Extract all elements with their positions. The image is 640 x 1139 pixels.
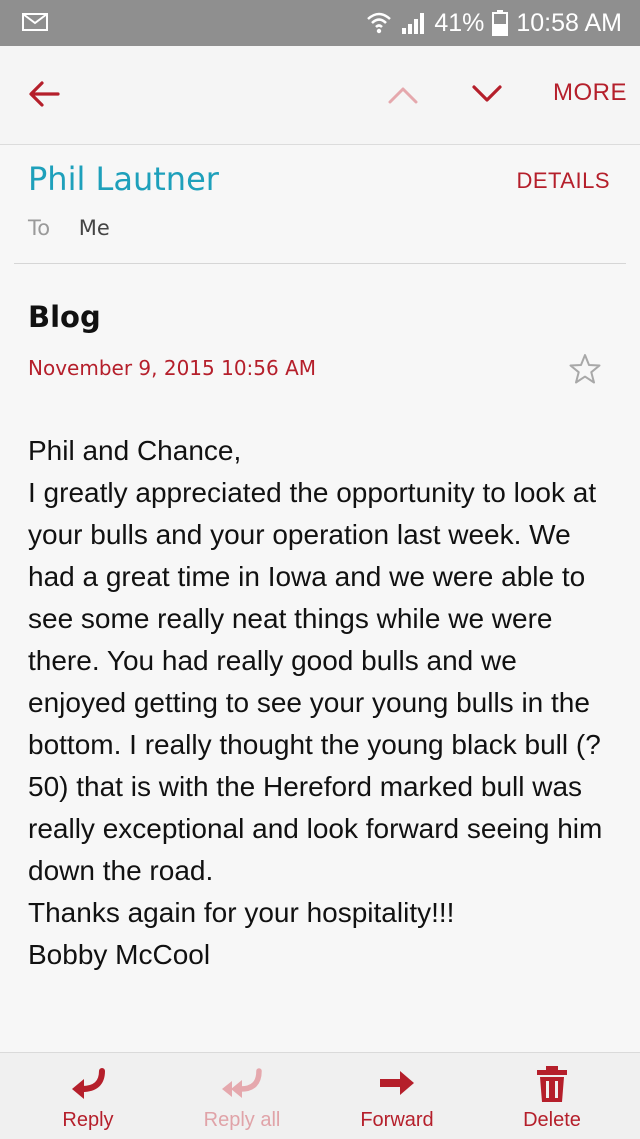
- body-paragraph: I greatly appreciated the opportunity to…: [28, 477, 603, 886]
- star-icon[interactable]: [568, 352, 602, 386]
- email-toolbar: MORE: [0, 46, 640, 145]
- body-signature: Bobby McCool: [28, 939, 211, 970]
- delete-label: Delete: [523, 1109, 581, 1131]
- recipient-name[interactable]: Me: [79, 216, 110, 240]
- recipient-row: To Me: [28, 216, 110, 240]
- forward-label: Forward: [360, 1109, 434, 1131]
- body-greeting: Phil and Chance,: [28, 435, 242, 466]
- reply-icon: [72, 1068, 105, 1099]
- battery-icon: [492, 10, 509, 36]
- reply-button[interactable]: Reply: [18, 1053, 158, 1139]
- email-date: November 9, 2015 10:56 AM: [28, 356, 317, 380]
- reply-label: Reply: [62, 1109, 114, 1131]
- reply-all-label: Reply all: [203, 1109, 281, 1131]
- reply-all-icon: [222, 1068, 262, 1098]
- email-subject: Blog: [28, 300, 101, 334]
- more-button[interactable]: MORE: [553, 79, 627, 107]
- to-label: To: [28, 216, 51, 240]
- signal-icon: [402, 13, 425, 34]
- reply-all-button[interactable]: Reply all: [172, 1053, 312, 1139]
- bottom-action-bar: Reply Reply all Forward Delete: [0, 1052, 640, 1139]
- delete-button[interactable]: Delete: [482, 1053, 622, 1139]
- battery-percent: 41%: [434, 8, 485, 37]
- status-time: 10:58 AM: [516, 8, 622, 37]
- email-body: Phil and Chance, I greatly appreciated t…: [28, 430, 618, 976]
- back-arrow-icon[interactable]: [26, 76, 62, 112]
- trash-icon: [537, 1066, 567, 1102]
- wifi-icon: [367, 12, 392, 34]
- body-closing: Thanks again for your hospitality!!!: [28, 897, 455, 928]
- sender-name[interactable]: Phil Lautner: [28, 160, 219, 198]
- status-bar: 41% 10:58 AM: [0, 0, 640, 46]
- header-divider: [14, 263, 626, 264]
- chevron-up-icon[interactable]: [386, 80, 420, 108]
- forward-icon: [380, 1071, 414, 1095]
- mail-icon: [22, 13, 48, 31]
- details-button[interactable]: DETAILS: [516, 168, 610, 194]
- forward-button[interactable]: Forward: [327, 1053, 467, 1139]
- chevron-down-icon[interactable]: [470, 80, 504, 108]
